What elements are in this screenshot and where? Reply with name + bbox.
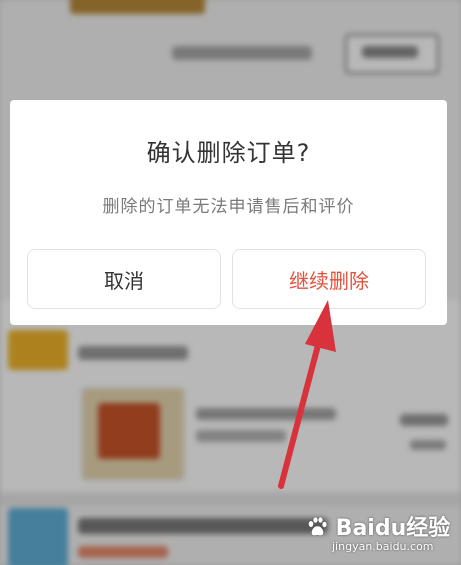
dialog-title: 确认删除订单? <box>146 139 311 167</box>
dialog-message: 删除的订单无法申请售后和评价 <box>102 197 355 217</box>
continue-delete-button[interactable]: 继续删除 <box>232 249 426 309</box>
watermark-url: jingyan.baidu.com <box>332 540 434 553</box>
baidu-paw-icon <box>308 516 328 536</box>
cancel-button[interactable]: 取消 <box>27 249 221 309</box>
delete-order-dialog: 确认删除订单? 删除的订单无法申请售后和评价 取消 继续删除 <box>10 100 447 325</box>
screen: 确认删除订单? 删除的订单无法申请售后和评价 取消 继续删除 Baidu经验 j… <box>0 0 461 565</box>
watermark-logo: Baidu经验 <box>306 510 450 542</box>
watermark: Baidu经验 jingyan.baidu.com <box>306 510 456 560</box>
watermark-brand: Baidu经验 <box>335 516 451 541</box>
